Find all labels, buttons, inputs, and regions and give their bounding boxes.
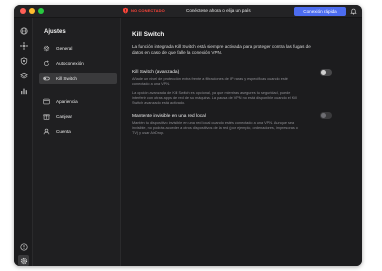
nav-item-redeem[interactable]: Canjear: [39, 111, 117, 122]
quick-connect-button[interactable]: Conexión rápida: [294, 7, 346, 16]
window-controls: [20, 8, 44, 14]
rail-meshnet[interactable]: [19, 41, 28, 50]
layers-icon: [19, 72, 28, 78]
invisible-lan-description: Mantén tu dispositivo invisible en una r…: [132, 121, 298, 136]
settings-content: Kill Switch La función integrada Kill Sw…: [122, 18, 362, 266]
nav-label: Kill Switch: [56, 76, 77, 81]
help-icon: [19, 242, 28, 251]
app-window: NO CONECTADO Conéctese ahora o elija un …: [14, 5, 362, 266]
nav-item-kill-switch[interactable]: Kill Switch: [39, 73, 117, 84]
settings-title: Ajustes: [44, 29, 66, 35]
settings-icon: [20, 257, 27, 264]
rail-settings[interactable]: [18, 255, 29, 266]
close-window-button[interactable]: [20, 8, 26, 14]
bell-icon[interactable]: [350, 8, 357, 15]
shield-icon: [20, 56, 27, 65]
settings-sidebar: Ajustes General Autoconexión Kill Switch: [33, 18, 121, 266]
kill-switch-icon: [43, 76, 50, 81]
kill-switch-intro: La función integrada Kill Switch está si…: [132, 44, 311, 55]
page-title: Kill Switch: [132, 31, 165, 38]
network-icon: [19, 41, 28, 50]
nav-item-account[interactable]: Cuenta: [39, 126, 117, 137]
toggle-knob: [321, 113, 326, 118]
advanced-kill-switch-description: Añade un nivel de protección extra frent…: [132, 77, 288, 87]
title-bar: NO CONECTADO Conéctese ahora o elija un …: [14, 5, 362, 18]
advanced-kill-switch-note: La opción avanzada de Kill Switch es opc…: [132, 91, 297, 106]
rail-stats[interactable]: [19, 86, 28, 95]
zoom-window-button[interactable]: [38, 8, 44, 14]
toggle-knob: [321, 70, 326, 75]
status-label: NO CONECTADO: [131, 8, 165, 13]
nav-item-autoconnect[interactable]: Autoconexión: [39, 58, 117, 69]
nav-label: General: [56, 46, 73, 51]
rail-countries[interactable]: [19, 26, 28, 35]
nav-label: Cuenta: [56, 129, 71, 134]
unprotected-shield-icon: [123, 7, 128, 14]
advanced-kill-switch-toggle[interactable]: [320, 69, 332, 76]
rail-help[interactable]: [19, 242, 28, 251]
stats-icon: [20, 88, 27, 94]
refresh-icon: [44, 60, 49, 66]
connection-status: NO CONECTADO: [122, 7, 165, 14]
icon-rail: [14, 18, 33, 266]
nav-label: Canjear: [56, 114, 73, 119]
rail-threat-protection[interactable]: [19, 56, 28, 65]
globe-icon: [19, 26, 28, 35]
gift-icon: [43, 114, 50, 120]
nav-item-appearance[interactable]: Apariencia: [39, 96, 117, 107]
invisible-lan-title: Mantente invisible en una red local: [132, 114, 206, 119]
connect-prompt[interactable]: Conéctese ahora o elija un país: [186, 8, 251, 13]
nav-item-general[interactable]: General: [39, 43, 117, 54]
appearance-icon: [43, 98, 50, 105]
minimize-window-button[interactable]: [29, 8, 35, 14]
advanced-kill-switch-title: Kill Switch (avanzada): [132, 70, 180, 75]
nav-label: Apariencia: [56, 99, 78, 104]
rail-dedicated-ip[interactable]: [19, 71, 28, 80]
nav-label: Autoconexión: [56, 61, 84, 66]
user-icon: [43, 128, 50, 135]
gear-icon: [43, 45, 50, 52]
invisible-lan-toggle[interactable]: [320, 112, 332, 119]
